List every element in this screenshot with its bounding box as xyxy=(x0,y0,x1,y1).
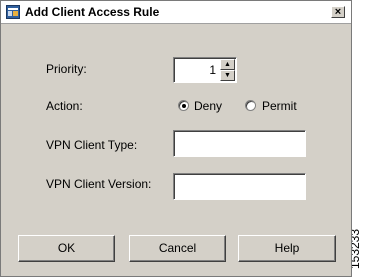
priority-value[interactable]: 1 xyxy=(209,63,216,77)
priority-spinner[interactable]: 1 ▲ ▼ xyxy=(173,57,237,83)
ok-button[interactable]: OK xyxy=(18,235,115,262)
close-icon: × xyxy=(334,6,342,18)
vpn-client-version-input[interactable] xyxy=(173,173,306,200)
arrow-down-icon: ▼ xyxy=(224,72,231,79)
priority-label: Priority: xyxy=(46,62,87,76)
add-client-access-rule-dialog: Add Client Access Rule × Priority: 1 ▲ ▼… xyxy=(0,0,352,277)
radio-permit[interactable] xyxy=(245,100,256,111)
help-button[interactable]: Help xyxy=(238,235,336,262)
vpn-client-type-label: VPN Client Type: xyxy=(46,138,138,152)
window-title: Add Client Access Rule xyxy=(25,5,160,19)
radio-selected-dot xyxy=(182,104,186,108)
title-bar: Add Client Access Rule × xyxy=(1,1,351,24)
radio-permit-label[interactable]: Permit xyxy=(262,99,297,113)
radio-deny[interactable] xyxy=(178,100,189,111)
action-label: Action: xyxy=(46,99,83,113)
vpn-client-version-label: VPN Client Version: xyxy=(46,177,152,191)
app-icon xyxy=(6,5,20,19)
vpn-client-type-input[interactable] xyxy=(173,130,306,157)
spin-down-button[interactable]: ▼ xyxy=(220,70,235,81)
arrow-up-icon: ▲ xyxy=(224,61,231,68)
close-button[interactable]: × xyxy=(331,6,345,18)
cancel-button[interactable]: Cancel xyxy=(129,235,226,262)
figure-id-text: 153233 xyxy=(352,228,363,270)
spin-up-button[interactable]: ▲ xyxy=(220,59,235,70)
figure-id: 153233 xyxy=(352,222,368,277)
radio-deny-label[interactable]: Deny xyxy=(194,99,222,113)
